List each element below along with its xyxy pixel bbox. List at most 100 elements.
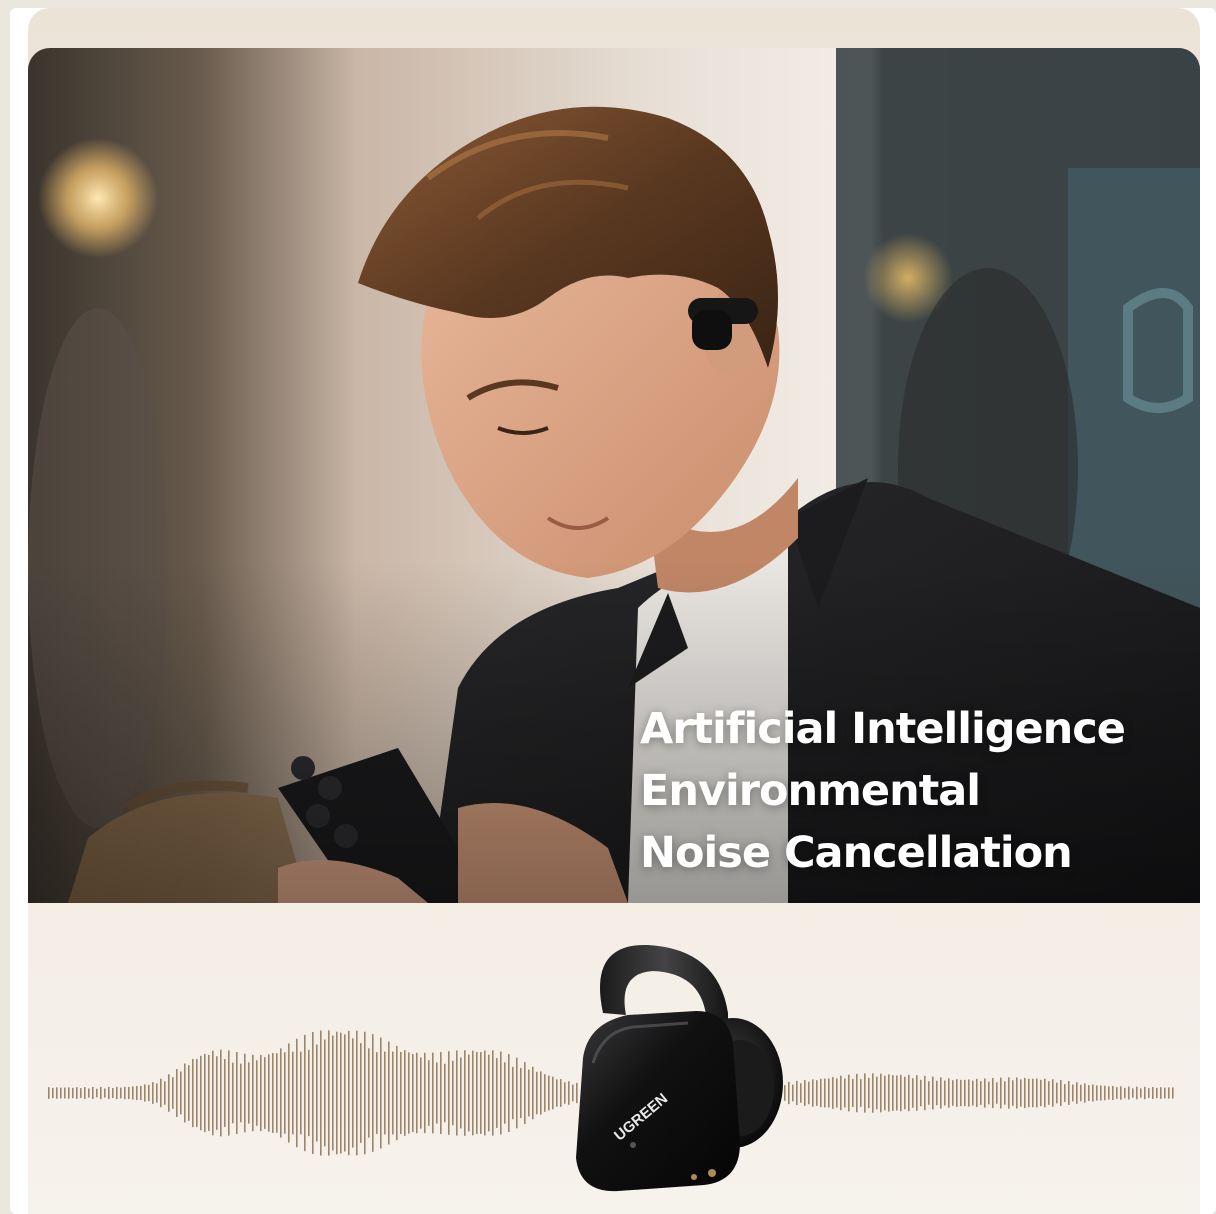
sound-wave-bar: [1060, 1080, 1062, 1106]
sound-wave-bar: [900, 1074, 902, 1112]
sound-wave-bar: [232, 1062, 234, 1124]
sound-wave-bar: [996, 1082, 998, 1104]
sound-wave-bar: [828, 1078, 830, 1108]
sound-wave-bar: [980, 1081, 982, 1105]
sound-wave-bar: [548, 1075, 550, 1111]
sound-wave-bar: [272, 1053, 274, 1133]
sound-wave-bar: [1112, 1086, 1114, 1100]
sound-wave-bar: [928, 1081, 930, 1105]
sound-wave-bar: [452, 1060, 454, 1126]
sound-wave-bar: [80, 1088, 82, 1098]
sound-wave-bar: [916, 1075, 918, 1111]
sound-wave-bar: [204, 1053, 206, 1133]
sound-wave-bar: [188, 1065, 190, 1121]
sound-wave-bar: [464, 1050, 466, 1136]
sound-wave-bar: [860, 1079, 862, 1107]
sound-wave-bar: [904, 1076, 906, 1110]
sound-wave-bar: [68, 1087, 70, 1099]
sound-wave-bar: [892, 1075, 894, 1111]
sound-wave-bar: [1156, 1087, 1158, 1099]
sound-wave-bar: [888, 1074, 890, 1112]
sound-wave-bar: [236, 1052, 238, 1134]
sound-wave-bar: [552, 1076, 554, 1110]
sound-wave-bar: [408, 1052, 410, 1134]
sound-wave-bar: [1028, 1078, 1030, 1108]
sound-wave-bar: [60, 1087, 62, 1099]
sound-wave-bar: [200, 1055, 202, 1131]
sound-wave-bar: [340, 1032, 342, 1154]
sound-wave-bar: [848, 1074, 850, 1112]
sound-wave-bar: [224, 1059, 226, 1127]
sound-wave-bar: [808, 1081, 810, 1105]
sound-wave-bar: [1152, 1087, 1154, 1099]
sound-wave-bar: [1072, 1084, 1074, 1102]
sound-wave-bar: [128, 1086, 130, 1100]
sound-wave-bar: [820, 1078, 822, 1108]
sound-wave-bar: [492, 1050, 494, 1136]
sound-wave-bar: [48, 1087, 50, 1099]
sound-wave-bar: [256, 1060, 258, 1126]
sound-wave-bar: [816, 1080, 818, 1106]
sound-wave-bar: [116, 1086, 118, 1100]
hero-photo: Artificial Intelligence Environmental No…: [28, 48, 1200, 903]
headline-line-3: Noise Cancellation: [640, 828, 1073, 878]
sound-wave-bar: [504, 1062, 506, 1124]
sound-wave-bar: [388, 1041, 390, 1145]
sound-wave-bar: [1092, 1084, 1094, 1102]
sound-wave-bar: [1108, 1086, 1110, 1100]
sound-wave-bar: [396, 1045, 398, 1141]
sound-wave-bar: [1040, 1079, 1042, 1107]
sound-wave-bar: [1136, 1086, 1138, 1100]
sound-wave-bar: [84, 1087, 86, 1099]
sound-wave-bar: [824, 1078, 826, 1108]
sound-wave-bar: [1044, 1078, 1046, 1108]
headline-line-2: Environmental: [640, 766, 981, 816]
sound-wave-bar: [908, 1074, 910, 1112]
sound-wave-bar: [376, 1052, 378, 1134]
sound-wave-bar: [328, 1030, 330, 1156]
sound-wave-bar: [1124, 1087, 1126, 1099]
sound-wave-icon: UGREEN: [48, 944, 1174, 1192]
sound-wave-bar: [1160, 1087, 1162, 1099]
sound-wave-bar: [228, 1050, 230, 1136]
sound-wave-bar: [1032, 1078, 1034, 1108]
sound-wave-bar: [292, 1051, 294, 1135]
sound-wave-bar: [880, 1073, 882, 1113]
sound-wave-bar: [64, 1087, 66, 1099]
sound-wave-bar: [896, 1075, 898, 1111]
sound-wave-bar: [876, 1076, 878, 1110]
sound-wave-bar: [88, 1088, 90, 1098]
sound-wave-bar: [392, 1051, 394, 1135]
sound-wave-bar: [316, 1044, 318, 1142]
sound-wave-bar: [944, 1080, 946, 1106]
sound-wave-bar: [496, 1058, 498, 1128]
sound-wave-bar: [276, 1053, 278, 1133]
sound-wave-bar: [1116, 1087, 1118, 1099]
sound-wave-bar: [96, 1088, 98, 1098]
sound-wave-bar: [172, 1077, 174, 1109]
sound-wave-bar: [52, 1087, 54, 1099]
sound-wave-bar: [336, 1031, 338, 1155]
sound-wave-bar: [124, 1086, 126, 1100]
sound-wave-bar: [420, 1057, 422, 1129]
sound-wave-bar: [1020, 1079, 1022, 1107]
sound-wave-bar: [380, 1037, 382, 1149]
sound-wave-bar: [1068, 1081, 1070, 1105]
sound-wave-bar: [136, 1085, 138, 1101]
sound-wave-bar: [564, 1082, 566, 1104]
sound-wave-bar: [1168, 1087, 1170, 1099]
sound-wave-bar: [132, 1086, 134, 1100]
sound-wave-bar: [1048, 1081, 1050, 1105]
sound-wave-bar: [76, 1087, 78, 1099]
sound-wave-bar: [248, 1062, 250, 1124]
sound-wave-bar: [560, 1079, 562, 1107]
sound-wave-bar: [948, 1078, 950, 1108]
sound-wave-bar: [844, 1078, 846, 1108]
sound-wave-bar: [216, 1056, 218, 1130]
sound-wave-bar: [460, 1057, 462, 1129]
sound-wave-bar: [500, 1051, 502, 1135]
sound-wave-bar: [1120, 1086, 1122, 1100]
sound-wave-bar: [244, 1053, 246, 1133]
sound-wave-bar: [520, 1067, 522, 1119]
sound-wave-bar: [120, 1087, 122, 1099]
